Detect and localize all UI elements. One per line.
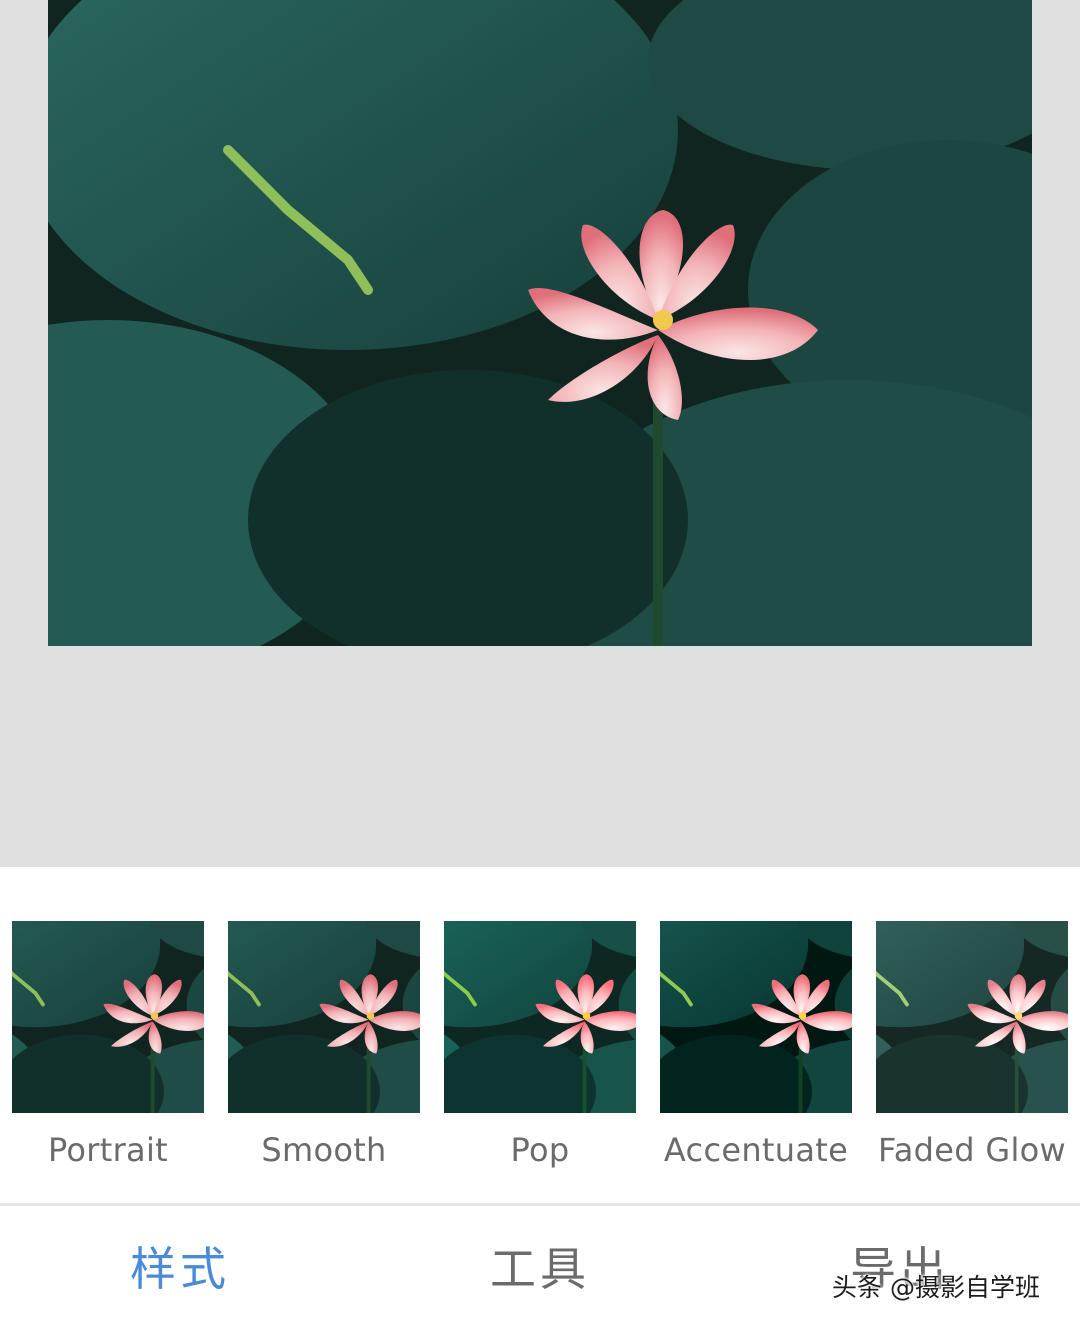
watermark: 头条 @摄影自学班 xyxy=(832,1273,1040,1302)
style-thumbnail xyxy=(444,921,636,1113)
tab-styles[interactable]: 样式 xyxy=(0,1206,360,1325)
photo-canvas xyxy=(0,0,1080,867)
style-label: Pop xyxy=(510,1131,570,1169)
style-faded-glow[interactable]: Faded Glow xyxy=(876,921,1068,1169)
bottom-tab-bar: 样式 工具 导出 xyxy=(0,1206,1080,1325)
style-smooth[interactable]: Smooth xyxy=(228,921,420,1169)
style-label: Portrait xyxy=(47,1131,169,1169)
style-thumbnail xyxy=(12,921,204,1113)
style-thumbnail xyxy=(660,921,852,1113)
style-thumbnail xyxy=(876,921,1068,1113)
tab-export[interactable]: 导出 xyxy=(720,1206,1080,1325)
style-filter-strip[interactable]: Portrait Smooth Pop Accentuate Faded Glo… xyxy=(0,867,1080,1203)
lotus-image xyxy=(48,0,1032,646)
style-pop[interactable]: Pop xyxy=(444,921,636,1169)
thumbnail-image xyxy=(228,921,420,1113)
tab-tools[interactable]: 工具 xyxy=(360,1206,720,1325)
style-label: Accentuate xyxy=(663,1131,849,1169)
thumbnail-image xyxy=(12,921,204,1113)
style-portrait[interactable]: Portrait xyxy=(12,921,204,1169)
style-accentuate[interactable]: Accentuate xyxy=(660,921,852,1169)
thumbnail-image xyxy=(660,921,852,1113)
thumbnail-image xyxy=(876,921,1068,1113)
style-label: Smooth xyxy=(261,1131,387,1169)
lotus-photo xyxy=(48,0,1032,646)
thumbnail-image xyxy=(444,921,636,1113)
style-label: Faded Glow xyxy=(878,1131,1066,1169)
style-thumbnail xyxy=(228,921,420,1113)
